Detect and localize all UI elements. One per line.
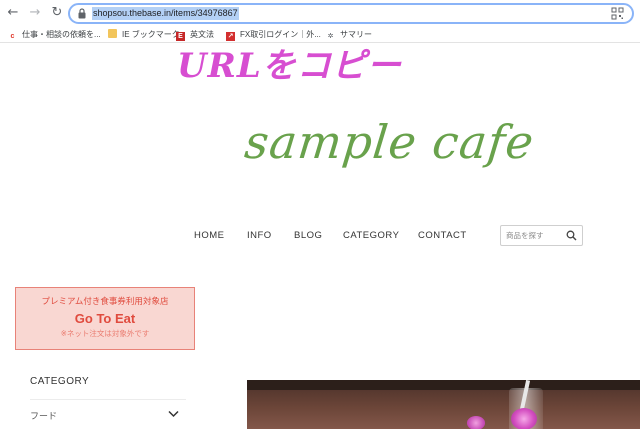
site-logo[interactable]: sample cafe xyxy=(241,107,537,177)
sidebar-item-food[interactable]: フード xyxy=(30,409,57,422)
forward-arrow-icon[interactable]: → xyxy=(26,4,44,22)
copy-url-annotation: URLをコピー xyxy=(177,46,402,86)
flower-shape xyxy=(467,416,485,429)
chevron-down-icon[interactable] xyxy=(168,410,179,418)
go-to-eat-banner[interactable]: プレミアム付き食事券利用対象店 Go To Eat ※ネット注文は対象外です xyxy=(15,287,195,350)
url-text[interactable]: shopsou.thebase.in/items/34976867 xyxy=(92,7,239,20)
nav-info[interactable]: INFO xyxy=(247,229,272,243)
bookmarks-bar: c 仕事・相談の依頼を... IE ブックマーク E 英文法 ↗ FX取引ログイン｜外… xyxy=(0,27,640,43)
coconala-icon: c xyxy=(10,33,15,40)
browser-toolbar: ← → ↻ shopsou.thebase.in/items/34976867 xyxy=(0,0,640,27)
sidebar-category-heading: CATEGORY xyxy=(30,376,90,387)
promo-note: ※ネット注文は対象外です xyxy=(60,329,150,338)
search-icon[interactable] xyxy=(566,230,577,241)
bookmark-item[interactable]: ✲ サマリー xyxy=(326,28,372,42)
promo-title: Go To Eat xyxy=(74,311,136,326)
flower-shape xyxy=(511,408,537,429)
bookmark-item[interactable]: E 英文法 xyxy=(176,28,214,42)
back-arrow-icon[interactable]: ← xyxy=(4,4,22,22)
hero-image xyxy=(247,380,640,429)
e-icon: E xyxy=(176,32,185,41)
promo-heading: プレミアム付き食事券利用対象店 xyxy=(41,296,169,306)
divider xyxy=(30,399,186,400)
nav-category[interactable]: CATEGORY xyxy=(343,229,399,243)
shelf-shape xyxy=(247,380,640,390)
lock-icon[interactable] xyxy=(77,8,87,19)
bookmark-item[interactable]: c 仕事・相談の依頼を... xyxy=(8,28,101,42)
bookmark-item[interactable]: IE ブックマーク xyxy=(108,28,180,42)
search-input[interactable] xyxy=(506,229,564,242)
fx-icon: ↗ xyxy=(226,32,235,41)
nav-blog[interactable]: BLOG xyxy=(294,229,322,243)
address-bar[interactable]: shopsou.thebase.in/items/34976867 xyxy=(68,3,634,24)
folder-icon xyxy=(108,29,117,38)
qr-code-icon[interactable] xyxy=(611,7,624,20)
reload-icon[interactable]: ↻ xyxy=(48,4,66,22)
product-search xyxy=(500,225,583,246)
gear-icon: ✲ xyxy=(327,33,334,40)
nav-home[interactable]: HOME xyxy=(194,229,225,243)
nav-contact[interactable]: CONTACT xyxy=(418,229,467,243)
bookmark-item[interactable]: ↗ FX取引ログイン｜外... xyxy=(226,28,321,42)
